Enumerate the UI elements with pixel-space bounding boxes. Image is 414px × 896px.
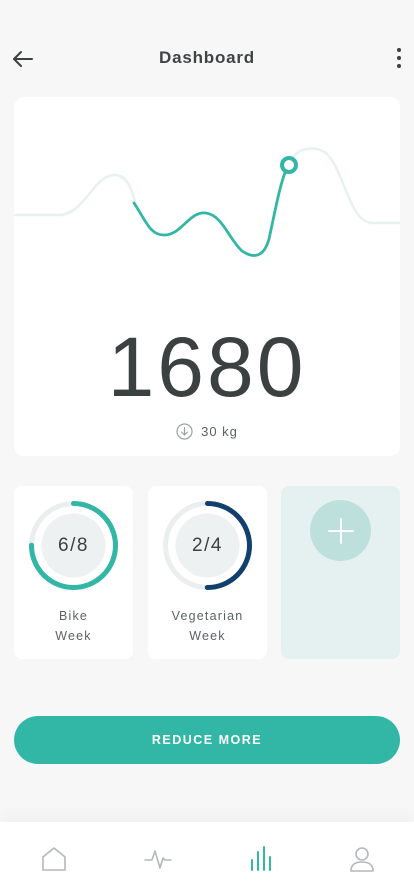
goal-label: Bike Week <box>14 606 133 646</box>
reduce-more-button[interactable]: REDUCE MORE <box>14 716 400 764</box>
goal-label: Vegetarian Week <box>148 606 267 646</box>
page-title: Dashboard <box>159 48 255 67</box>
dashboard-screen: Dashboard 1680 30 kg 6/8 Bike Week 2/4 V… <box>0 0 414 896</box>
nav-stats[interactable] <box>246 844 276 874</box>
progress-text: 2/4 <box>192 534 223 556</box>
more-options-button[interactable] <box>392 44 406 72</box>
arrow-down-circle-icon <box>176 423 193 440</box>
goal-label-line1: Bike <box>58 609 89 623</box>
goal-card-bike-week[interactable]: 6/8 Bike Week <box>14 486 133 659</box>
progress-text: 6/8 <box>58 534 89 556</box>
more-vertical-icon <box>397 48 401 68</box>
add-goal-card[interactable] <box>281 486 400 659</box>
reduction-value: 30 kg <box>201 424 238 439</box>
trend-graph <box>14 147 400 257</box>
nav-profile[interactable] <box>347 844 377 874</box>
home-icon <box>42 847 66 871</box>
plus-icon <box>327 517 354 544</box>
goal-label-line1: Vegetarian <box>171 609 244 623</box>
bottom-nav <box>0 822 414 896</box>
summary-card: 1680 30 kg <box>14 97 400 456</box>
goal-label-line2: Week <box>55 629 92 643</box>
reduction-row: 30 kg <box>14 423 400 440</box>
add-goal-button[interactable] <box>310 500 371 561</box>
nav-activity[interactable] <box>143 844 173 874</box>
user-icon <box>350 847 374 872</box>
goal-label-line2: Week <box>189 629 226 643</box>
trend-point <box>280 156 298 174</box>
activity-icon <box>144 850 172 869</box>
goal-card-vegetarian-week[interactable]: 2/4 Vegetarian Week <box>148 486 267 659</box>
co2-value: 1680 <box>107 320 307 414</box>
bar-chart-icon <box>251 846 271 871</box>
nav-home[interactable] <box>39 844 69 874</box>
trend-line <box>132 163 290 257</box>
